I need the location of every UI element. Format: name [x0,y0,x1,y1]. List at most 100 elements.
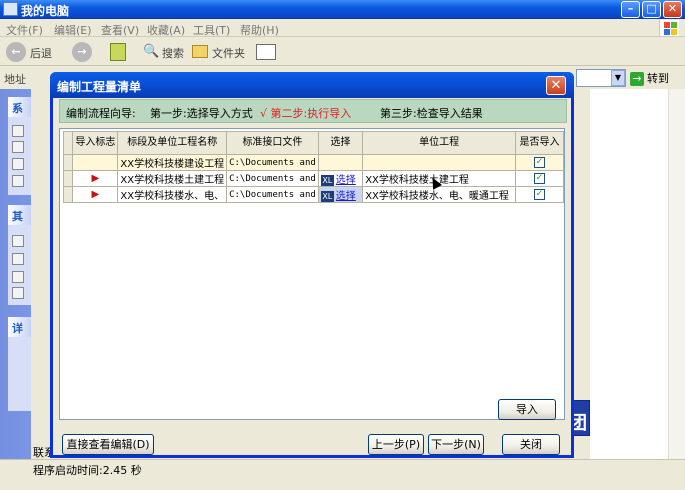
task-item-icon[interactable] [12,125,24,137]
import-checkbox[interactable]: ✓ [534,156,546,168]
import-button[interactable]: 导入 [498,399,556,420]
minimize-button[interactable]: – [621,1,640,18]
menu-favorites[interactable]: 收藏(A) [147,22,185,38]
menu-tools[interactable]: 工具(T) [193,22,230,38]
other-places-header[interactable]: 其 [8,205,31,225]
table-row[interactable]: XX学校科技楼建设工程 C:\Documents and ✓ [62,154,564,171]
col-import[interactable]: 是否导入 [515,131,564,155]
forward-arrow-icon[interactable]: → [72,42,92,62]
select-link[interactable]: 选择 [336,191,356,202]
select-cell[interactable]: XL 选择 [317,170,364,187]
folder-icon [192,45,208,58]
search-button-label[interactable]: 搜索 [162,45,184,61]
row-header[interactable] [62,170,74,187]
next-step-button[interactable]: 下一步(N) [428,434,484,455]
chevron-down-icon[interactable]: ▼ [611,70,625,86]
import-checkbox-cell[interactable]: ✓ [515,186,564,203]
table-header-row: 导入标志 标段及单位工程名称 标准接口文件 选择 单位工程 是否导入 [62,131,564,155]
row-header[interactable] [62,154,74,171]
import-checkbox-cell[interactable]: ✓ [515,154,564,171]
project-name-cell[interactable]: XX学校科技楼建设工程 [117,154,228,171]
task-item-icon[interactable] [12,158,24,170]
maximize-button[interactable]: □ [642,1,661,18]
goto-button[interactable]: → 转到 [630,70,669,86]
status-bar: 联系 程序启动时间:2.45 秒 [0,446,685,490]
task-item-icon[interactable] [12,141,24,153]
task-pane: 系 其 详 [0,89,31,459]
window-close-button[interactable]: ✕ [663,1,682,18]
select-cell[interactable]: XL 选择 [317,186,364,203]
wizard-step-1[interactable]: 第一步:选择导入方式 [150,105,253,121]
dialog-title-bar[interactable]: 编制工程量清单 ✕ [50,72,574,98]
select-file-icon[interactable]: XL [320,174,334,186]
col-project-name[interactable]: 标段及单位工程名称 [117,131,228,155]
place-icon[interactable] [12,253,24,265]
task-pane-header[interactable]: 系 [8,97,31,117]
row-header-corner [62,131,74,155]
folders-button-label[interactable]: 文件夹 [212,45,245,61]
wizard-steps: 编制流程向导: 第一步:选择导入方式 √ 第二步:执行导入 第三步:检查导入结果 [59,99,567,123]
table-row[interactable]: ▶ XX学校科技楼水、电、 C:\Documents and XL 选择 XX学校… [62,186,564,203]
back-button-label[interactable]: 后退 [30,45,52,61]
direct-edit-button[interactable]: 直接查看编辑(D) [62,434,154,455]
menu-bar: 文件(F) 编辑(E) 查看(V) 收藏(A) 工具(T) 帮助(H) [0,19,685,37]
explorer-title: 我的电脑 [21,4,70,18]
red-flag-icon: ▶ [91,173,100,184]
place-icon[interactable] [12,235,24,247]
place-icon[interactable] [12,271,24,283]
import-table: 导入标志 标段及单位工程名称 标准接口文件 选择 单位工程 是否导入 XX学校科… [62,131,564,203]
task-item-icon[interactable] [12,175,24,187]
wizard-step-3[interactable]: 第三步:检查导入结果 [380,105,483,121]
import-checkbox[interactable]: ✓ [534,188,546,200]
import-flag-cell [72,154,119,171]
interface-file-cell[interactable]: C:\Documents and [226,154,319,171]
dialog-title: 编制工程量清单 [57,80,142,94]
menu-help[interactable]: 帮助(H) [240,22,279,38]
unit-project-cell[interactable] [362,154,517,171]
menu-file[interactable]: 文件(F) [6,22,43,38]
close-button[interactable]: 关闭 [502,434,560,455]
interface-file-cell[interactable]: C:\Documents and [226,170,319,187]
red-flag-icon: ▶ [91,189,100,200]
dialog-close-icon[interactable]: ✕ [546,76,566,95]
col-select[interactable]: 选择 [317,131,364,155]
import-checkbox[interactable]: ✓ [534,172,546,184]
wizard-label: 编制流程向导: [66,107,136,120]
menu-edit[interactable]: 编辑(E) [54,22,92,38]
select-link[interactable]: 选择 [336,175,356,186]
import-table-panel: 导入标志 标段及单位工程名称 标准接口文件 选择 单位工程 是否导入 XX学校科… [59,128,565,420]
prev-step-button[interactable]: 上一步(P) [368,434,424,455]
goto-arrow-icon: → [630,72,644,86]
import-flag-cell: ▶ [72,186,119,203]
details-box [8,337,31,411]
search-icon: 🔍 [143,44,160,59]
views-icon[interactable] [256,44,276,60]
import-flag-cell: ▶ [72,170,119,187]
bill-of-quantities-dialog: 编制工程量清单 ✕ 编制流程向导: 第一步:选择导入方式 √ 第二步:执行导入 … [50,72,574,458]
col-unit-project[interactable]: 单位工程 [362,131,517,155]
interface-file-cell[interactable]: C:\Documents and [226,186,319,203]
table-row[interactable]: ▶ XX学校科技楼土建工程 C:\Documents and XL 选择 XX学校… [62,170,564,187]
wizard-step-2[interactable]: √ 第二步:执行导入 [260,105,351,121]
place-icon[interactable] [12,287,24,299]
row-header[interactable] [62,186,74,203]
details-header[interactable]: 详 [8,317,31,337]
windows-logo-icon [659,20,679,36]
project-name-cell[interactable]: XX学校科技楼水、电、 [117,186,228,203]
select-file-icon[interactable]: XL [320,190,334,202]
vertical-scrollbar[interactable] [668,89,685,459]
select-cell [317,154,364,171]
menu-view[interactable]: 查看(V) [101,22,139,38]
back-arrow-icon[interactable]: ← [6,42,26,62]
status-text: 程序启动时间:2.45 秒 [33,464,142,477]
explorer-toolbar: ← 后退 → 🔍 搜索 文件夹 [0,38,685,66]
up-folder-icon[interactable] [110,43,126,61]
import-checkbox-cell[interactable]: ✓ [515,170,564,187]
explorer-title-bar: 我的电脑 – □ ✕ [0,0,685,19]
project-name-cell[interactable]: XX学校科技楼土建工程 [117,170,228,187]
address-label: 地址 [4,73,26,86]
unit-project-cell[interactable]: XX学校科技楼水、电、暖通工程 [362,186,517,203]
col-import-flag[interactable]: 导入标志 [72,131,119,155]
col-interface-file[interactable]: 标准接口文件 [226,131,319,155]
computer-icon [3,2,18,16]
